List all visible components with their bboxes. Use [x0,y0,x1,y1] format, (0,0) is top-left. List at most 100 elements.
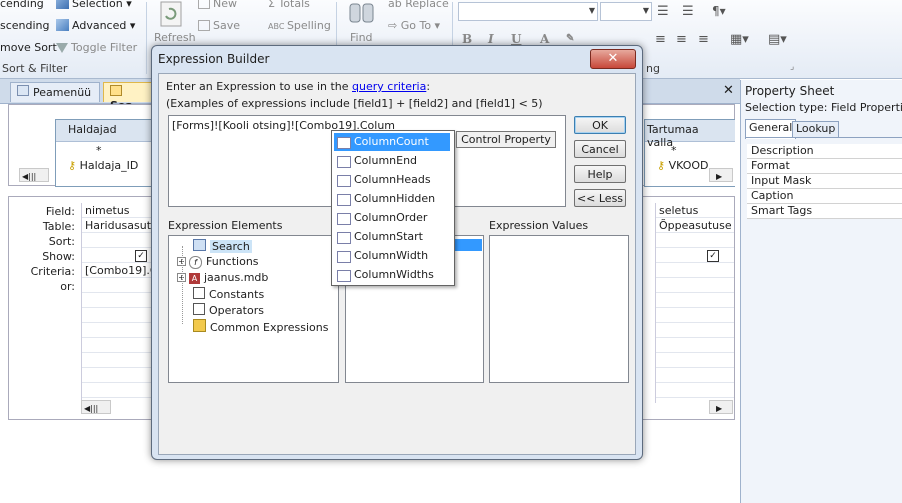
autocomplete-item[interactable]: ColumnWidths [334,266,450,284]
checkbox-checked-icon[interactable]: ✓ [135,250,147,262]
ascending-button[interactable]: cending [0,0,44,10]
align-center-icon[interactable]: ≡ [676,32,687,47]
tree-item-constants[interactable]: Constants [193,287,264,301]
autocomplete-item[interactable]: ColumnWidth [334,247,450,265]
autocomplete-item[interactable]: ColumnEnd [334,152,450,170]
tab-lookup[interactable]: Lookup [792,121,840,137]
table-field-star[interactable]: * [56,142,166,159]
dialog-title: Expression Builder [158,52,270,66]
database-icon: A [189,273,200,284]
checkbox-checked-icon[interactable]: ✓ [707,250,719,262]
autocomplete-dropdown: ColumnCount ColumnEnd ColumnHeads Column… [331,130,455,286]
tab-peamenuu[interactable]: Peamenüü [10,82,100,102]
align-left-icon[interactable]: ≡ [655,32,666,47]
horizontal-scrollbar[interactable]: ◀||| [81,400,111,414]
totals-button[interactable]: Σ Totals [268,0,310,10]
replace-button[interactable]: ab Replace [388,0,449,10]
align-right-icon[interactable]: ≡ [698,32,709,47]
grid-column-seletus[interactable]: seletus Õppeasutuse l ✓ [655,203,734,403]
refresh-button[interactable]: Refresh [154,31,196,44]
property-row-format[interactable]: Format [747,159,902,174]
font-color-icon[interactable]: A [540,32,549,46]
new-button[interactable]: New [198,0,237,10]
autocomplete-item[interactable]: ColumnHidden [334,190,450,208]
ok-button[interactable]: OK [574,116,626,134]
autocomplete-item[interactable]: ColumnCount [334,133,450,151]
dialog-launcher-icon[interactable]: ⌟ [790,62,794,72]
spelling-button[interactable]: ABC Spelling [268,19,331,32]
grid-cell-field[interactable]: seletus [656,203,734,218]
bold-icon[interactable]: B [462,32,472,46]
scroll-right-icon: ▶ [716,172,723,181]
tree-item-jaanus-mdb[interactable]: + Ajaanus.mdb [177,271,268,284]
tree-line [182,246,184,324]
table-title: Tartumaa valla [645,120,735,149]
grid-column-nimetus[interactable]: nimetus Haridusasutu ✓ [Combo19].Co [81,203,162,403]
property-row-input-mask[interactable]: Input Mask [747,174,902,189]
grid-cell-criteria[interactable]: [Combo19].Co [82,263,162,278]
row-label-sort: Sort: [48,235,75,248]
font-size-combo[interactable]: ▼ [600,2,652,21]
property-icon [337,213,351,225]
selection-button[interactable]: Selection ▾ [56,0,132,10]
advanced-button[interactable]: Advanced ▾ [56,19,135,32]
close-icon[interactable]: ✕ [590,49,636,69]
tab-search-query[interactable]: Sea [103,82,153,112]
grid-cell-show[interactable]: ✓ [82,248,162,263]
scroll-right-button[interactable]: ▶ [709,168,733,182]
funnel-icon [56,43,68,53]
bullets-icon[interactable]: ☰ [657,4,669,19]
expression-elements-tree[interactable]: Search + f Functions + Ajaanus.mdb Constant… [168,235,339,383]
property-row-smart-tags[interactable]: Smart Tags [747,204,902,219]
scroll-right-button[interactable]: ▶ [709,400,733,414]
save-icon [198,20,210,31]
cancel-button[interactable]: Cancel [574,140,626,158]
grid-cell-sort[interactable] [82,233,162,248]
grid-cell-sort[interactable] [656,233,734,248]
grid-cell-table[interactable]: Õppeasutuse l [656,218,734,233]
underline-icon[interactable]: U [511,32,521,46]
italic-icon[interactable]: I [488,32,494,46]
highlight-icon[interactable]: ✎ [566,33,574,44]
property-row-caption[interactable]: Caption [747,189,902,204]
tree-item-operators[interactable]: Operators [193,303,264,317]
function-icon: f [189,256,202,269]
expression-elements-label: Expression Elements [168,219,283,232]
autocomplete-item[interactable]: ColumnStart [334,228,450,246]
numbering-icon[interactable]: ☰ [682,4,694,19]
descending-button[interactable]: scending [0,19,50,32]
sigma-icon: Σ [268,0,279,10]
paragraph-icon[interactable]: ¶▾ [712,4,726,18]
form-icon [193,239,206,251]
gridlines-icon[interactable]: ▦▾ [730,32,749,47]
horizontal-scrollbar[interactable]: ◀||| [19,168,49,182]
expression-values-list[interactable] [489,235,629,383]
autocomplete-item[interactable]: ColumnHeads [334,171,450,189]
find-button[interactable]: Find [350,31,373,44]
save-button[interactable]: Save [198,19,240,32]
less-button[interactable]: << Less [574,189,626,207]
autocomplete-item[interactable]: ColumnOrder [334,209,450,227]
toggle-filter-button[interactable]: Toggle Filter [56,41,137,54]
font-name-combo[interactable]: ▼ [458,2,598,21]
remove-sort-button[interactable]: move Sort [0,41,57,54]
selected-category-row[interactable] [454,239,482,251]
close-document-icon[interactable]: ✕ [723,83,734,98]
tab-general[interactable]: General [745,119,797,139]
property-row-description[interactable]: Description [747,144,902,159]
go-to-button[interactable]: ⇨ Go To ▾ [388,19,440,32]
property-icon [337,251,351,263]
tree-item-common-expressions[interactable]: Common Expressions [193,319,328,334]
grid-cell-table[interactable]: Haridusasutu [82,218,162,233]
fill-color-icon[interactable]: ▤▾ [768,32,787,47]
grid-cell-show[interactable]: ✓ [656,248,734,263]
table-field-key[interactable]: ⚷ Haldaja_ID [56,159,166,172]
property-icon [337,137,351,149]
grid-cell-field[interactable]: nimetus [82,203,162,218]
row-labels: Field: Table: Sort: Show: Criteria: or: [9,205,75,315]
query-criteria-link[interactable]: query criteria [352,80,426,93]
help-button[interactable]: Help [574,165,626,183]
property-sheet-title: Property Sheet [745,84,835,98]
tree-item-functions[interactable]: + f Functions [177,255,259,269]
tree-item-search[interactable]: Search [193,239,252,253]
